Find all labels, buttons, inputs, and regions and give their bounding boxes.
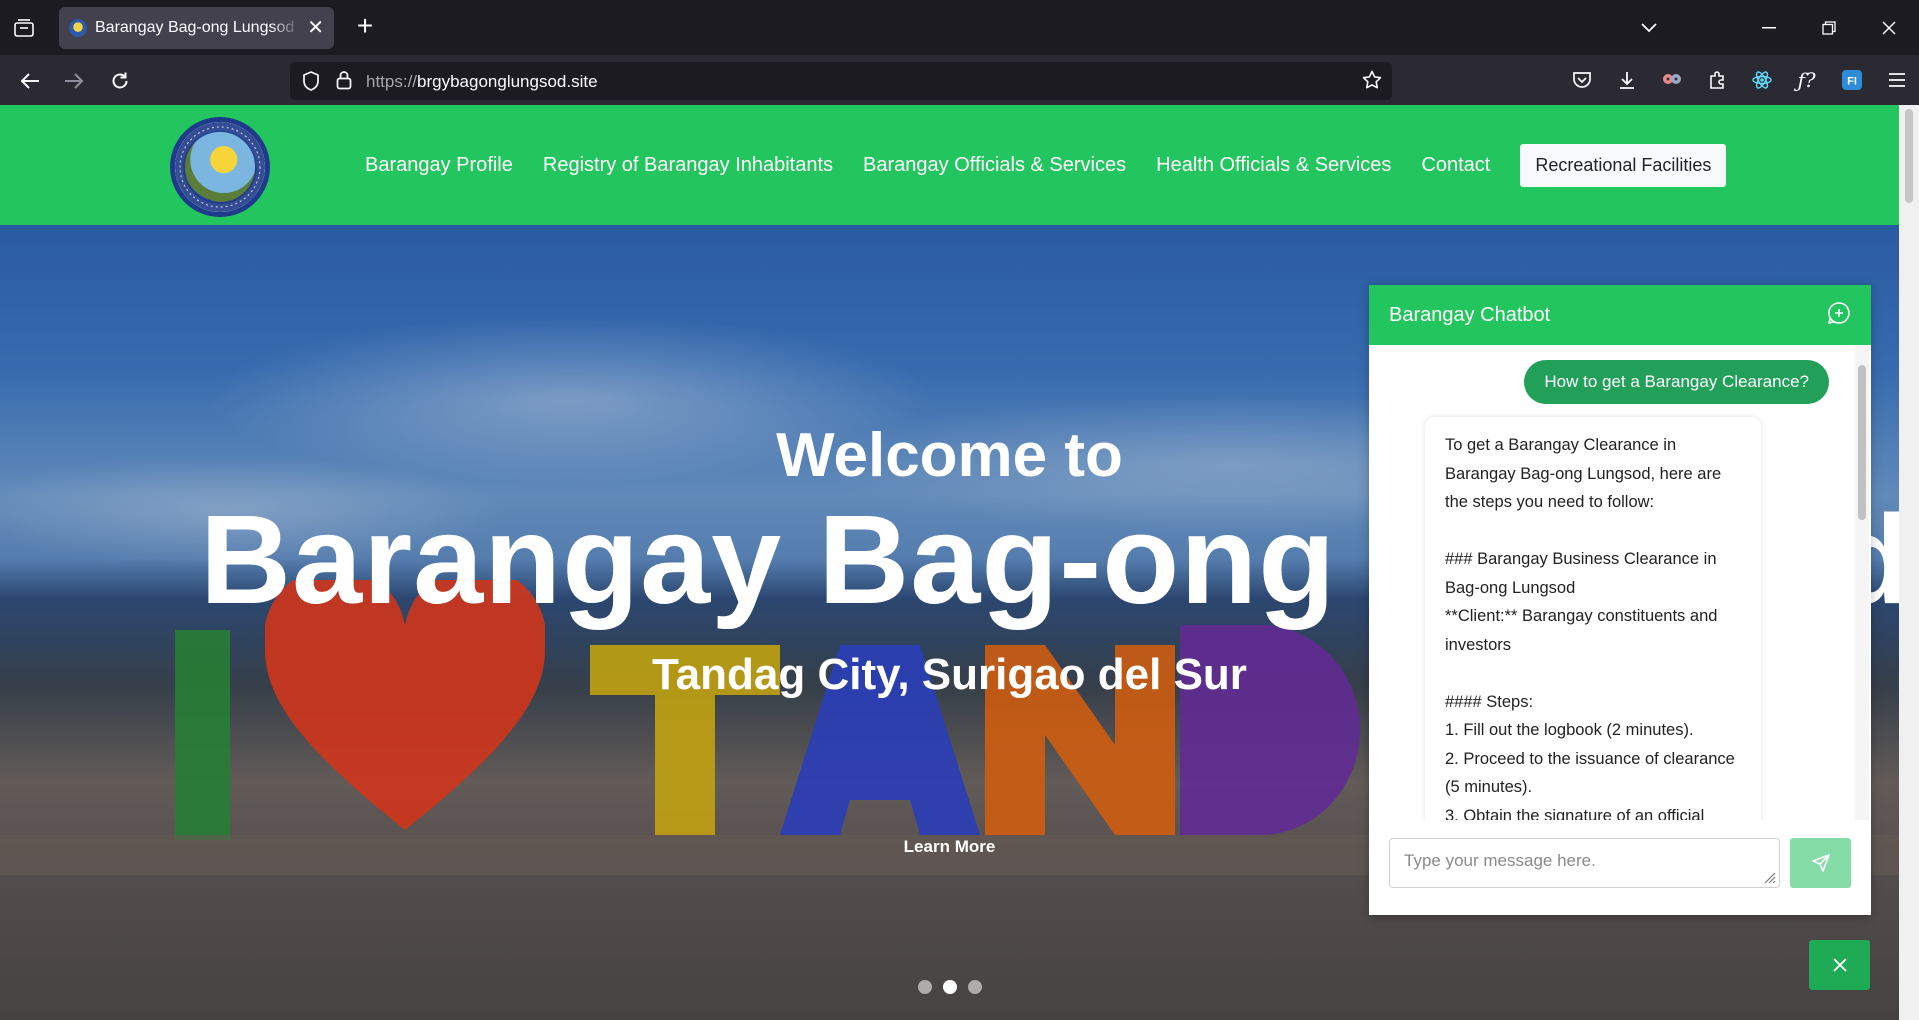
browser-tab[interactable]: Barangay Bag-ong Lungsod - Landing ✕ bbox=[59, 7, 334, 49]
close-window-icon[interactable] bbox=[1859, 0, 1919, 55]
page-scrollbar[interactable] bbox=[1899, 105, 1919, 1020]
chatbot-title: Barangay Chatbot bbox=[1389, 303, 1551, 326]
user-message-bubble: How to get a Barangay Clearance? bbox=[1524, 360, 1829, 404]
chat-scrollbar[interactable] bbox=[1855, 345, 1869, 820]
close-icon bbox=[1832, 958, 1847, 972]
bot-message-bubble: To get a Barangay Clearance in Barangay … bbox=[1425, 417, 1761, 820]
bookmark-star-icon[interactable] bbox=[1362, 70, 1382, 95]
browser-tab-bar: Barangay Bag-ong Lungsod - Landing ✕ + bbox=[0, 0, 1919, 55]
restore-icon[interactable] bbox=[1799, 0, 1859, 55]
toolbar-extensions: ƒ? FI bbox=[1559, 55, 1919, 105]
nav-registry-inhabitants[interactable]: Registry of Barangay Inhabitants bbox=[543, 154, 833, 177]
tab-list-icon[interactable] bbox=[10, 14, 38, 42]
send-icon bbox=[1811, 854, 1830, 872]
address-bar[interactable]: https://brgybagonglungsod.site bbox=[290, 62, 1392, 100]
chat-scrollbar-thumb[interactable] bbox=[1858, 365, 1866, 520]
window-controls bbox=[1619, 0, 1919, 55]
url-protocol: https:// bbox=[366, 72, 418, 91]
back-icon[interactable] bbox=[14, 65, 46, 97]
site-header: Barangay Profile Registry of Barangay In… bbox=[0, 105, 1899, 225]
nav-contact[interactable]: Contact bbox=[1421, 154, 1490, 177]
lock-icon[interactable] bbox=[336, 70, 352, 95]
chat-messages: How to get a Barangay Clearance? To get … bbox=[1369, 345, 1871, 820]
profile-extension-icon[interactable] bbox=[1649, 55, 1694, 105]
site-favicon-icon bbox=[69, 19, 87, 37]
carousel-dot-1[interactable] bbox=[917, 980, 932, 994]
url-host: brgybagonglungsod.site bbox=[417, 72, 598, 91]
page-scrollbar-thumb[interactable] bbox=[1905, 109, 1913, 203]
send-button[interactable] bbox=[1790, 838, 1851, 888]
menu-hamburger-icon[interactable] bbox=[1874, 55, 1919, 105]
chatbot-close-button[interactable] bbox=[1809, 940, 1870, 990]
tab-title: Barangay Bag-ong Lungsod - Landing bbox=[95, 19, 301, 36]
carousel-dot-2[interactable] bbox=[942, 980, 957, 994]
nav-barangay-officials[interactable]: Barangay Officials & Services bbox=[863, 154, 1126, 177]
minimize-icon[interactable] bbox=[1739, 0, 1799, 55]
reload-icon[interactable] bbox=[104, 65, 136, 97]
forward-icon[interactable] bbox=[58, 65, 90, 97]
new-tab-icon[interactable]: + bbox=[350, 12, 380, 40]
carousel-indicators bbox=[0, 980, 1899, 994]
barangay-seal-logo[interactable] bbox=[170, 117, 270, 217]
nav-barangay-profile[interactable]: Barangay Profile bbox=[365, 154, 513, 177]
main-navigation: Barangay Profile Registry of Barangay In… bbox=[350, 105, 1741, 225]
chatbot-window: Barangay Chatbot How to get a Barangay C… bbox=[1369, 285, 1871, 915]
new-chat-icon[interactable] bbox=[1827, 301, 1851, 330]
chat-message-input[interactable] bbox=[1389, 838, 1780, 888]
react-devtools-icon[interactable] bbox=[1739, 55, 1784, 105]
page-viewport: Barangay Profile Registry of Barangay In… bbox=[0, 105, 1919, 1020]
pocket-icon[interactable] bbox=[1559, 55, 1604, 105]
chevron-down-icon[interactable] bbox=[1619, 0, 1679, 55]
shield-icon[interactable] bbox=[302, 71, 320, 96]
fi-extension-icon[interactable]: FI bbox=[1829, 55, 1874, 105]
url-text: https://brgybagonglungsod.site bbox=[366, 72, 598, 92]
nav-health-officials[interactable]: Health Officials & Services bbox=[1156, 154, 1391, 177]
recreational-facilities-button[interactable]: Recreational Facilities bbox=[1520, 143, 1727, 187]
chatbot-header: Barangay Chatbot bbox=[1369, 285, 1871, 345]
resize-grip-icon[interactable] bbox=[1762, 870, 1776, 889]
download-icon[interactable] bbox=[1604, 55, 1649, 105]
carousel-dot-3[interactable] bbox=[967, 980, 982, 994]
extensions-puzzle-icon[interactable] bbox=[1694, 55, 1739, 105]
function-extension-icon[interactable]: ƒ? bbox=[1784, 55, 1829, 105]
svg-text:FI: FI bbox=[1847, 76, 1857, 88]
chat-input-area bbox=[1369, 820, 1871, 915]
close-tab-icon[interactable]: ✕ bbox=[307, 18, 324, 38]
